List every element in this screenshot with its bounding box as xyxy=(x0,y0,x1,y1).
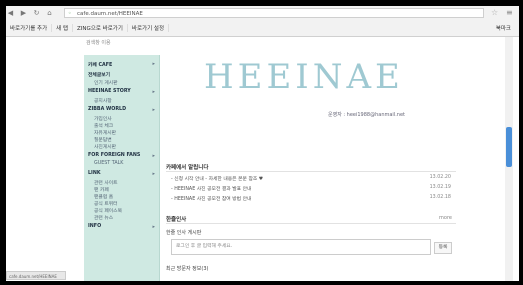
sidebar-item[interactable]: INFO xyxy=(88,224,101,229)
back-arrow-icon[interactable]: ◀ xyxy=(6,9,15,18)
comment-input[interactable]: 로그인 후 글 입력해 주세요. xyxy=(171,239,431,255)
home-icon[interactable]: ⌂ xyxy=(45,9,54,18)
sidebar-item[interactable]: 공식 페이스북 xyxy=(94,207,122,214)
sidebar-item[interactable]: 출석 체크 xyxy=(94,122,113,129)
visitor-section-title: 최근 방문자 정보(3) xyxy=(166,266,209,272)
sidebar-item[interactable]: 질문답변 xyxy=(94,136,112,143)
sidebar-item[interactable]: 카페 CAFE xyxy=(88,61,112,68)
post-date: 13.02.19 xyxy=(429,185,451,190)
bookmark-folder[interactable]: 북마크 xyxy=(496,24,511,32)
chevron-right-icon: ▸ xyxy=(152,61,155,67)
comment-notice: 한줄 인사 게시판 xyxy=(166,230,202,236)
sidebar-item[interactable]: LINK xyxy=(88,171,101,176)
list-item[interactable]: - HEEINAE 사진 공모전 결과 발표 안내 13.02.19 xyxy=(171,185,451,193)
top-note: 검색창 이용 xyxy=(86,40,111,46)
bookmark-item[interactable]: ZING으로 바로가기 xyxy=(73,24,128,32)
post-title[interactable]: - 신청 시작 안내 - 자세한 내용은 본문 참조 ♥ xyxy=(171,177,263,182)
sidebar-item[interactable]: GUEST TALK xyxy=(94,161,123,166)
browser-navbar: ◀ ▶ ↻ ⌂ ◦ cafe.daum.net/HEEINAE ☆ ≡ xyxy=(6,6,519,20)
address-bar[interactable]: ◦ cafe.daum.net/HEEINAE xyxy=(64,8,484,18)
menu-icon[interactable]: ≡ xyxy=(506,8,513,17)
reload-icon[interactable]: ↻ xyxy=(32,9,41,18)
sidebar-item[interactable]: 공지사항 xyxy=(94,97,112,104)
bookmarks-bar: 바로가기를 추가 새 탭 ZING으로 바로가기 바로가기 설정 북마크 xyxy=(6,21,519,35)
sidebar-item[interactable]: 팬 카페 xyxy=(94,186,109,193)
cafe-logo: HEEINAE xyxy=(204,57,404,97)
sidebar-item[interactable]: 인기 게시판 xyxy=(94,79,118,86)
bookmark-item[interactable]: 바로가기 설정 xyxy=(128,24,170,32)
list-item[interactable]: - 신청 시작 안내 - 자세한 내용은 본문 참조 ♥ 13.02.20 xyxy=(171,175,451,183)
chevron-right-icon: ▸ xyxy=(152,171,155,177)
post-title[interactable]: - HEEINAE 사진 공모전 결과 발표 안내 xyxy=(171,187,251,192)
submit-button[interactable]: 등록 xyxy=(434,242,452,254)
sidebar-item[interactable]: FOR FOREIGN FANS xyxy=(88,153,140,158)
sidebar-item[interactable]: 공식 트위터 xyxy=(94,200,118,207)
sidebar-item[interactable]: 관련 사이트 xyxy=(94,179,118,186)
chevron-right-icon: ▸ xyxy=(152,89,155,95)
chevron-right-icon: ▸ xyxy=(152,224,155,230)
sidebar-item[interactable]: HEEINAE STORY xyxy=(88,89,131,94)
forward-arrow-icon[interactable]: ▶ xyxy=(19,9,28,18)
sidebar-item[interactable]: 가입인사 xyxy=(94,115,112,122)
chevron-right-icon: ▸ xyxy=(152,107,155,113)
admin-contact: 운영자 : heei1988@hanmail.net xyxy=(328,112,406,118)
more-link[interactable]: more xyxy=(439,215,452,221)
sidebar-item[interactable]: 관련 뉴스 xyxy=(94,214,113,221)
status-bar: cafe.daum.net/HEEINAE xyxy=(6,271,66,280)
page-icon: ◦ xyxy=(68,10,72,17)
bookmark-item[interactable]: 새 탭 xyxy=(52,24,74,32)
browser-chrome: ◀ ▶ ↻ ⌂ ◦ cafe.daum.net/HEEINAE ☆ ≡ 바로가기… xyxy=(6,6,519,37)
scrollbar-thumb[interactable] xyxy=(506,127,512,167)
post-date: 13.02.20 xyxy=(429,175,451,180)
screen-bezel-right xyxy=(519,0,523,285)
scrollbar[interactable] xyxy=(505,37,513,281)
sidebar-item[interactable]: 사진게시판 xyxy=(94,143,116,150)
comment-section-header: 한줄인사 more xyxy=(166,215,456,223)
cafe-sidebar: 카페 CAFE ▸ 전체글보기 인기 게시판 HEEINAE STORY ▸ 공… xyxy=(84,55,160,281)
post-title[interactable]: - HEEINAE 사진 공모전 참여 방법 안내 xyxy=(171,197,251,202)
chevron-right-icon: ▸ xyxy=(152,153,155,159)
divider xyxy=(166,223,456,224)
list-item[interactable]: - HEEINAE 사진 공모전 참여 방법 안내 13.02.18 xyxy=(171,195,451,203)
sidebar-item[interactable]: 전체글보기 xyxy=(88,71,110,78)
sidebar-item[interactable]: ZIBBA WORLD xyxy=(88,107,126,112)
address-bar-url: cafe.daum.net/HEEINAE xyxy=(77,11,143,17)
post-date: 13.02.18 xyxy=(429,195,451,200)
sidebar-item[interactable]: 자유게시판 xyxy=(94,129,116,136)
star-icon[interactable]: ☆ xyxy=(491,8,498,17)
divider xyxy=(166,171,456,172)
notice-section-header: 카페에서 알립니다 xyxy=(166,163,456,171)
page-content: 검색창 이용 카페 CAFE ▸ 전체글보기 인기 게시판 HEEINAE ST… xyxy=(6,37,519,281)
sidebar-item[interactable]: 팬클럽 홈 xyxy=(94,193,113,200)
screen-bezel-bottom xyxy=(0,281,523,285)
bookmark-item[interactable]: 바로가기를 추가 xyxy=(6,24,53,32)
